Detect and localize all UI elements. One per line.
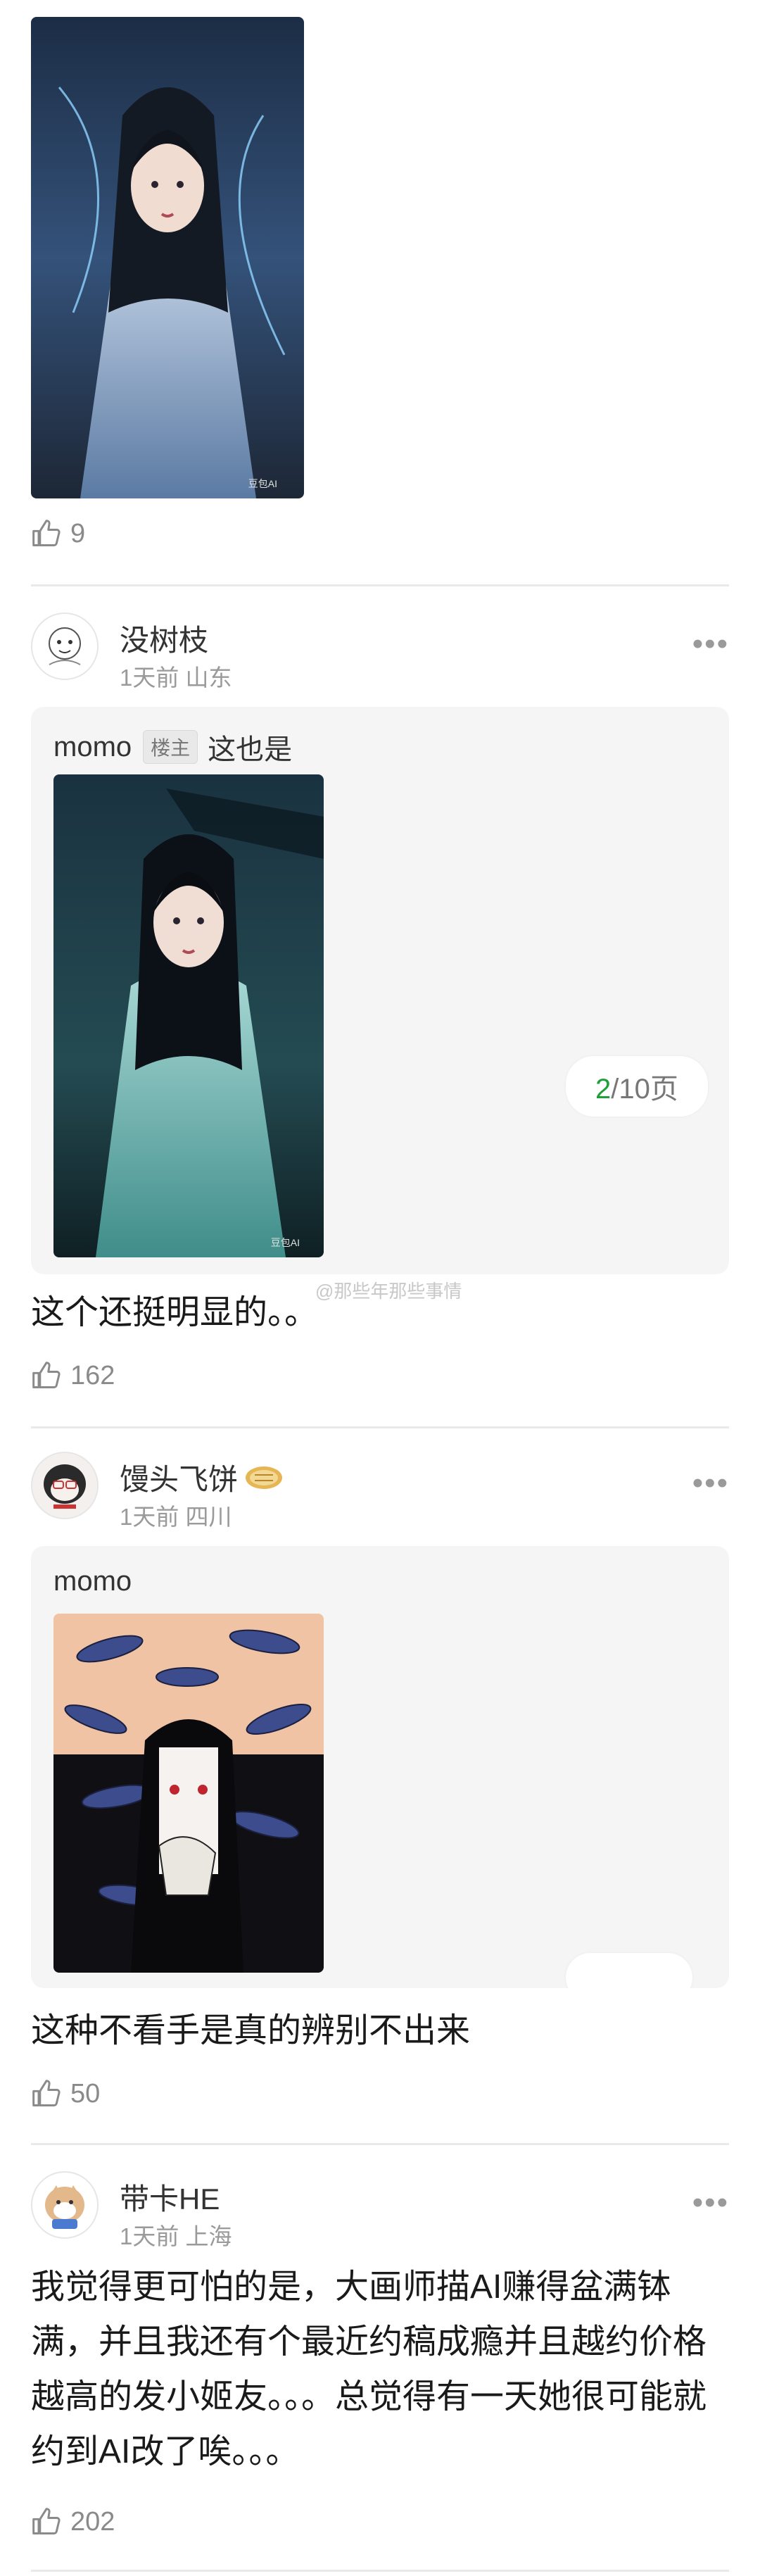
quote-image[interactable] <box>53 1614 324 1973</box>
avatar-image <box>32 2173 97 2237</box>
quote-header: momo 楼主 这也是 <box>53 727 292 767</box>
thumbs-up-icon <box>32 1362 61 1388</box>
op-badge: 楼主 <box>143 730 198 764</box>
username[interactable]: 馒头飞饼 <box>120 1456 284 1499</box>
comment-meta: 1天前 上海 <box>120 2218 232 2251</box>
comment-text: 这种不看手是真的辨别不出来 <box>31 2012 471 2049</box>
page-indicator[interactable]: 2/10页 <box>566 1056 708 1117</box>
like-button[interactable]: 162 <box>31 1360 115 1391</box>
divider <box>31 2570 729 2572</box>
quote-header: momo <box>53 1566 132 1597</box>
avatar-image <box>32 614 97 679</box>
like-count: 202 <box>70 2506 115 2537</box>
like-count: 162 <box>70 1360 115 1390</box>
page-indicator[interactable] <box>566 1953 692 1988</box>
page-current: 2 <box>595 1074 612 1105</box>
avatar[interactable] <box>31 2171 99 2239</box>
quoted-post[interactable]: momo 楼主 这也是 豆包AI 2/10页 <box>31 707 729 1274</box>
more-dots-icon: ••• <box>692 1466 729 1500</box>
username[interactable]: 带卡HE <box>120 2175 220 2218</box>
quoted-post[interactable]: momo <box>31 1546 729 1988</box>
comment-time: 1天前 <box>120 665 179 691</box>
avatar[interactable] <box>31 1452 99 1519</box>
more-button[interactable]: ••• <box>692 2185 729 2220</box>
illustration-image <box>53 1614 324 1973</box>
post-image[interactable]: 豆包AI <box>31 17 304 498</box>
thumbs-up-icon <box>32 2508 61 2534</box>
like-button[interactable]: 202 <box>31 2506 115 2537</box>
like-count: 9 <box>70 518 86 548</box>
comment-time: 1天前 <box>120 1504 179 1530</box>
comment-text: 这个还挺明显的。。 <box>31 1294 319 1331</box>
divider <box>31 584 729 586</box>
comment-meta: 1天前 山东 <box>120 659 232 693</box>
quote-image[interactable]: 豆包AI <box>53 774 324 1257</box>
comment-time: 1天前 <box>120 2223 179 2249</box>
image-label: 豆包AI <box>248 478 277 489</box>
image-label: 豆包AI <box>271 1237 300 1248</box>
quote-author[interactable]: momo <box>53 731 132 763</box>
comment-location: 四川 <box>185 1504 232 1530</box>
ai-portrait-image: 豆包AI <box>31 17 304 498</box>
ai-portrait-image: 豆包AI <box>53 774 324 1257</box>
more-dots-icon: ••• <box>692 2185 729 2220</box>
quote-author[interactable]: momo <box>53 1566 132 1597</box>
username[interactable]: 没树枝 <box>120 617 208 660</box>
more-dots-icon: ••• <box>692 627 729 661</box>
like-button[interactable]: 50 <box>31 2078 100 2109</box>
comment-meta: 1天前 四川 <box>120 1498 232 1532</box>
thumbs-up-icon <box>32 520 61 546</box>
more-button[interactable]: ••• <box>692 627 729 662</box>
username-text: 馒头飞饼 <box>120 1463 239 1496</box>
avatar[interactable] <box>31 612 99 680</box>
thumbs-up-icon <box>32 2080 61 2106</box>
level-badge-icon <box>246 1466 283 1489</box>
page-total: /10页 <box>611 1074 678 1105</box>
quote-text: 这也是 <box>208 734 293 765</box>
like-count: 50 <box>70 2078 101 2109</box>
divider <box>31 1426 729 1428</box>
comment-location: 上海 <box>185 2223 232 2249</box>
more-button[interactable]: ••• <box>692 1466 729 1501</box>
comment-text: 我觉得更可怕的是，大画师描AI赚得盆满钵满，并且我还有个最近约稿成瘾并且越约价格… <box>31 2268 707 2470</box>
avatar-image <box>32 1453 97 1518</box>
divider <box>31 2143 729 2145</box>
like-button[interactable]: 9 <box>31 518 85 549</box>
comment-location: 山东 <box>185 665 232 691</box>
